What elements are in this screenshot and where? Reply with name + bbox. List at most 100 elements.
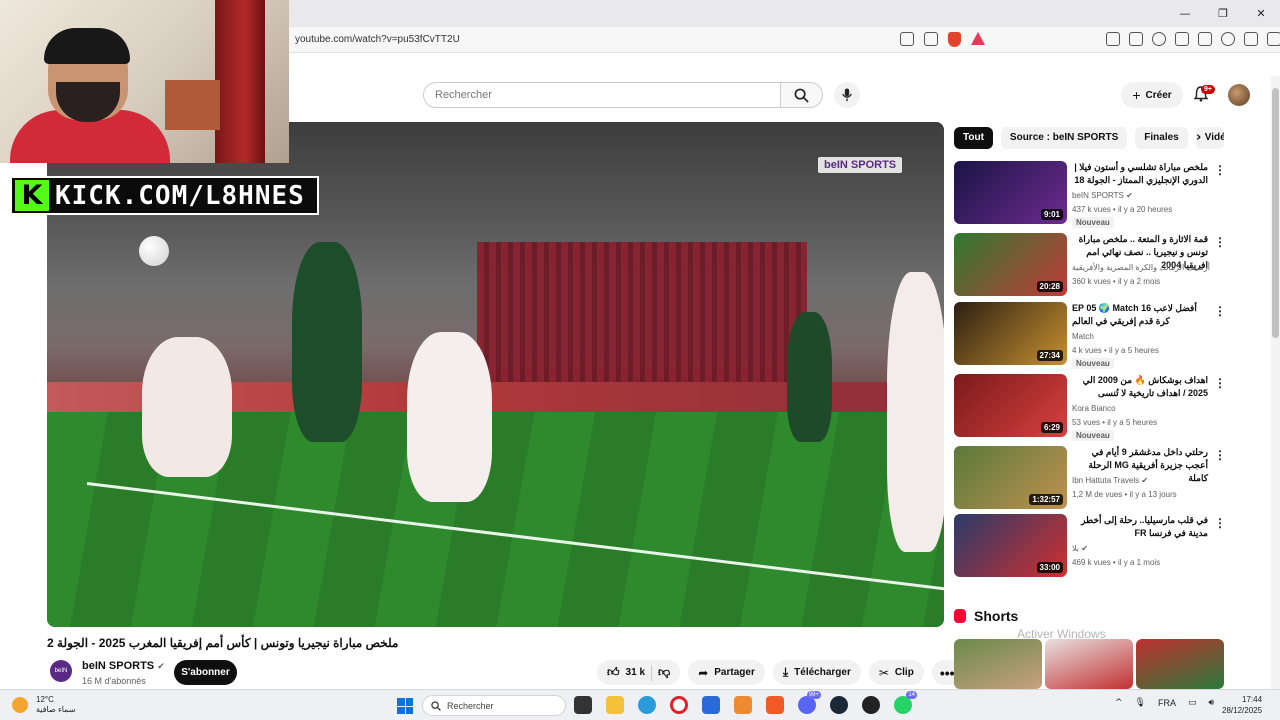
recommendation-channel[interactable]: Ibn Hattuta Travels ✔ bbox=[1072, 476, 1148, 485]
recommendation-meta: 4 k vues • il y a 5 heures bbox=[1072, 346, 1159, 355]
more-options-icon[interactable]: ⋮ bbox=[1214, 516, 1226, 530]
activate-windows-watermark: Activer Windows bbox=[1017, 627, 1106, 641]
account-avatar[interactable] bbox=[1228, 84, 1250, 106]
brave-icon[interactable] bbox=[766, 696, 784, 714]
clip-button[interactable]: ✂ Clip bbox=[868, 660, 924, 685]
thumbs-down-icon[interactable]: 👎︎ bbox=[658, 665, 670, 680]
short-thumbnail[interactable] bbox=[1136, 639, 1224, 689]
whatsapp-icon[interactable]: 14 bbox=[894, 691, 917, 714]
download-button[interactable]: ⤓ Télécharger bbox=[772, 660, 861, 685]
recommendation-item[interactable]: 6:29 اهداف بوشكاش 🔥 من 2009 الي 2025 / اه… bbox=[954, 374, 1226, 441]
recommendation-item[interactable]: 1:32:57 رحلتي داخل مدغشقر 9 أيام في أعجب … bbox=[954, 446, 1226, 512]
store-icon[interactable] bbox=[702, 696, 720, 714]
video-duration: 27:34 bbox=[1036, 350, 1063, 361]
video-duration: 20:28 bbox=[1036, 281, 1063, 292]
search-input[interactable]: Rechercher bbox=[423, 82, 781, 108]
video-thumbnail[interactable]: 1:32:57 bbox=[954, 446, 1067, 509]
brave-rewards-icon[interactable] bbox=[971, 32, 985, 45]
recommendation-title[interactable]: في قلب مارسيليا.. رحلة إلى أخطر مدينة في… bbox=[1072, 514, 1208, 540]
video-duration: 6:29 bbox=[1040, 422, 1063, 433]
share-page-icon[interactable] bbox=[924, 32, 938, 46]
voice-search-button[interactable] bbox=[834, 82, 860, 108]
recommendation-title[interactable]: ملخص مباراة تشلسي و أستون فيلا | الدوري … bbox=[1072, 161, 1208, 187]
recommendation-title[interactable]: اهداف بوشكاش 🔥 من 2009 الي 2025 / اهداف … bbox=[1072, 374, 1208, 400]
video-thumbnail[interactable]: 33:00 bbox=[954, 514, 1067, 577]
like-button[interactable]: 👍︎ 31 k 👎︎ bbox=[597, 660, 681, 685]
channel-avatar[interactable]: beIN bbox=[50, 660, 72, 682]
chip-finals[interactable]: Finales bbox=[1135, 127, 1188, 149]
url-field[interactable]: youtube.com/watch?v=pu53fCvTT2U bbox=[295, 34, 460, 45]
close-window-button[interactable]: ✕ bbox=[1242, 0, 1280, 27]
recommendation-item[interactable]: 20:28 قمة الاثارة و المتعة .. ملخص مباراة… bbox=[954, 233, 1226, 299]
discord-icon[interactable]: 99+ bbox=[798, 691, 821, 714]
cast-icon[interactable] bbox=[900, 32, 914, 46]
window-controls: — ❐ ✕ bbox=[1166, 0, 1280, 27]
more-options-icon[interactable]: ⋮ bbox=[1214, 448, 1226, 462]
sidebar-icon[interactable] bbox=[1175, 32, 1189, 46]
short-thumbnail[interactable] bbox=[954, 639, 1042, 689]
chevron-up-icon[interactable]: ^ bbox=[1115, 698, 1123, 708]
system-clock[interactable]: 17:44 28/12/2025 bbox=[1222, 694, 1262, 716]
microphone-icon[interactable]: 🎙︎ bbox=[1135, 698, 1146, 708]
taskbar-search[interactable]: Rechercher bbox=[422, 695, 566, 716]
more-options-icon[interactable]: ⋮ bbox=[1214, 235, 1226, 249]
video-frame-player bbox=[292, 242, 362, 442]
language-indicator[interactable]: FRA bbox=[1158, 698, 1176, 708]
channel-name[interactable]: beIN SPORTS ✔ bbox=[82, 660, 165, 672]
chevron-right-icon[interactable]: › bbox=[1196, 130, 1201, 145]
scrollbar-thumb[interactable] bbox=[1272, 88, 1279, 338]
app-dark-icon[interactable] bbox=[862, 696, 880, 714]
opera-icon[interactable] bbox=[670, 696, 688, 714]
chip-source[interactable]: Source : beIN SPORTS bbox=[1000, 127, 1128, 149]
steam-icon[interactable] bbox=[830, 696, 848, 714]
tab-search-icon[interactable] bbox=[1106, 32, 1120, 46]
weather-condition: سماء صافية bbox=[36, 705, 76, 714]
file-explorer-icon[interactable] bbox=[606, 696, 624, 714]
chip-all[interactable]: Tout bbox=[954, 127, 993, 149]
task-view-icon[interactable] bbox=[574, 696, 592, 714]
recommendation-item[interactable]: 9:01 ملخص مباراة تشلسي و أستون فيلا | الد… bbox=[954, 161, 1226, 228]
video-thumbnail[interactable]: 9:01 bbox=[954, 161, 1067, 224]
more-options-icon[interactable]: ⋮ bbox=[1214, 163, 1226, 177]
more-icon: ••• bbox=[939, 664, 955, 681]
media-icon[interactable] bbox=[1152, 32, 1166, 46]
weather-widget[interactable]: 12°C سماء صافية bbox=[12, 695, 76, 715]
menu-icon[interactable] bbox=[1267, 32, 1280, 46]
vpn-icon[interactable] bbox=[1244, 32, 1258, 46]
volume-icon[interactable]: 🔊︎ bbox=[1209, 698, 1215, 708]
maximize-button[interactable]: ❐ bbox=[1204, 0, 1242, 27]
subscribe-button[interactable]: S'abonner bbox=[174, 660, 237, 685]
notifications-badge: 9+ bbox=[1201, 85, 1215, 94]
clock-time: 17:44 bbox=[1242, 695, 1263, 704]
video-thumbnail[interactable]: 6:29 bbox=[954, 374, 1067, 437]
windows-start-icon[interactable] bbox=[397, 698, 413, 714]
recommendation-channel[interactable]: بلا ✔ bbox=[1072, 544, 1088, 553]
create-button[interactable]: + Créer bbox=[1121, 82, 1183, 108]
recommendation-channel[interactable]: أرشيف الزمالك والكرة المصرية والأفريقية bbox=[1072, 263, 1210, 272]
search-button[interactable] bbox=[781, 82, 823, 108]
recommendation-title[interactable]: EP 05 🌍 Match 16 أفضل لاعب كرة قدم إفريق… bbox=[1072, 302, 1208, 328]
leo-ai-icon[interactable] bbox=[1221, 32, 1235, 46]
more-options-icon[interactable]: ⋮ bbox=[1214, 304, 1226, 318]
recommendation-channel[interactable]: beIN SPORTS ✔ bbox=[1072, 191, 1133, 200]
video-thumbnail[interactable]: 27:34 bbox=[954, 302, 1067, 365]
create-label: Créer bbox=[1145, 89, 1172, 101]
recommendation-meta: 360 k vues • il y a 2 mois bbox=[1072, 277, 1161, 286]
recommendation-item[interactable]: 27:34 EP 05 🌍 Match 16 أفضل لاعب كرة قدم … bbox=[954, 302, 1226, 369]
share-button[interactable]: ➦ Partager bbox=[688, 660, 765, 685]
recommendation-channel[interactable]: Kora Bianco bbox=[1072, 404, 1116, 413]
shorts-section-title: Shorts bbox=[954, 608, 1018, 624]
app-a-icon[interactable] bbox=[734, 696, 752, 714]
more-options-icon[interactable]: ⋮ bbox=[1214, 376, 1226, 390]
filter-chips: Tout Source : beIN SPORTS Finales Vidé bbox=[954, 127, 1224, 149]
minimize-button[interactable]: — bbox=[1166, 0, 1204, 27]
short-thumbnail[interactable] bbox=[1045, 639, 1133, 689]
downloads-icon[interactable] bbox=[1129, 32, 1143, 46]
recommendation-channel[interactable]: Match bbox=[1072, 332, 1094, 341]
video-thumbnail[interactable]: 20:28 bbox=[954, 233, 1067, 296]
brave-shields-icon[interactable] bbox=[948, 32, 961, 47]
wallet-icon[interactable] bbox=[1198, 32, 1212, 46]
edge-icon[interactable] bbox=[638, 696, 656, 714]
network-icon[interactable]: ▭ bbox=[1188, 698, 1197, 708]
recommendation-item[interactable]: 33:00 في قلب مارسيليا.. رحلة إلى أخطر مدي… bbox=[954, 514, 1226, 580]
